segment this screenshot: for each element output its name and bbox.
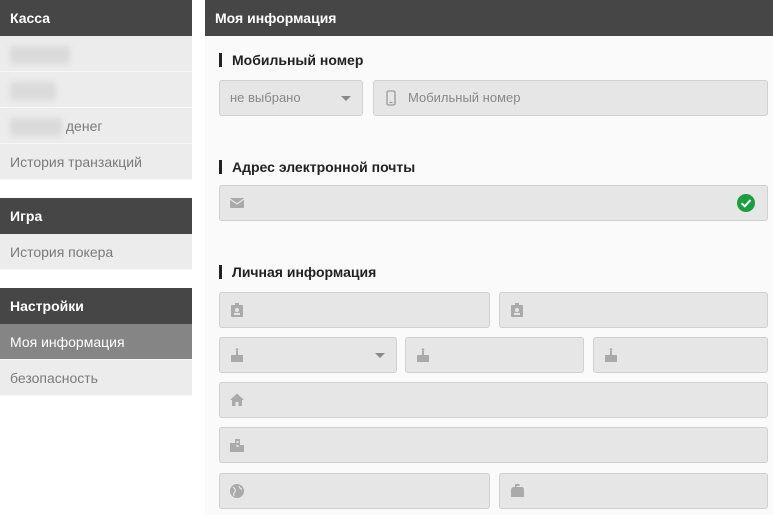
country-code-select[interactable]: не выбрано <box>219 80 363 116</box>
city-input[interactable] <box>219 427 768 463</box>
birthday-cake-icon <box>231 348 243 362</box>
section-title-email: Адрес электронной почты <box>219 160 415 174</box>
birthday-cake-icon <box>417 348 429 362</box>
birth-year-input[interactable] <box>593 337 768 373</box>
home-icon <box>230 393 244 406</box>
last-name-input[interactable] <box>499 292 768 328</box>
birthday-cake-icon <box>605 348 617 362</box>
money-label: денег <box>65 118 103 134</box>
sidebar-item-money[interactable]: денег <box>0 108 192 144</box>
page-title: Моя информация <box>205 0 773 36</box>
section-title-personal: Личная информация <box>219 265 376 279</box>
postal-code-input[interactable] <box>499 473 768 509</box>
section-title-mobile: Мобильный номер <box>219 53 363 67</box>
blurred-label <box>10 46 70 65</box>
mobile-number-placeholder: Мобильный номер <box>408 90 521 105</box>
country-input[interactable] <box>219 473 490 509</box>
verified-check-icon <box>737 194 755 212</box>
first-name-input[interactable] <box>219 292 490 328</box>
id-badge-icon <box>231 303 243 317</box>
sidebar-header-settings: Настройки <box>0 288 192 324</box>
chevron-down-icon <box>375 353 385 358</box>
birth-month-input[interactable] <box>405 337 584 373</box>
chevron-down-icon <box>341 96 351 101</box>
blurred-label <box>10 118 62 137</box>
phone-icon <box>386 90 396 106</box>
sidebar-item-my-info[interactable]: Моя информация <box>0 324 192 360</box>
sidebar-item-transactions[interactable]: История транзакций <box>0 144 192 180</box>
sidebar: Касса денег История транзакций Игра Исто… <box>0 0 192 396</box>
sidebar-item-poker-history[interactable]: История покера <box>0 234 192 270</box>
id-badge-icon <box>511 303 523 317</box>
email-field[interactable] <box>219 185 768 221</box>
mobile-number-input[interactable]: Мобильный номер <box>373 80 768 116</box>
sidebar-item-security[interactable]: безопасность <box>0 360 192 396</box>
envelope-icon <box>229 198 245 208</box>
sidebar-item-blurred-1[interactable] <box>0 36 192 72</box>
sidebar-header-game: Игра <box>0 198 192 234</box>
blurred-label <box>10 82 56 101</box>
address-input[interactable] <box>219 382 768 418</box>
sidebar-item-blurred-2[interactable] <box>0 72 192 108</box>
sidebar-header-cashier: Касса <box>0 0 192 36</box>
birth-day-select[interactable] <box>219 337 397 373</box>
country-code-value: не выбрано <box>230 90 301 105</box>
mailbox-icon <box>511 484 524 497</box>
city-buildings-icon <box>230 439 244 452</box>
main-panel: Моя информация Мобильный номер не выбран… <box>205 0 773 515</box>
globe-icon <box>230 484 244 498</box>
